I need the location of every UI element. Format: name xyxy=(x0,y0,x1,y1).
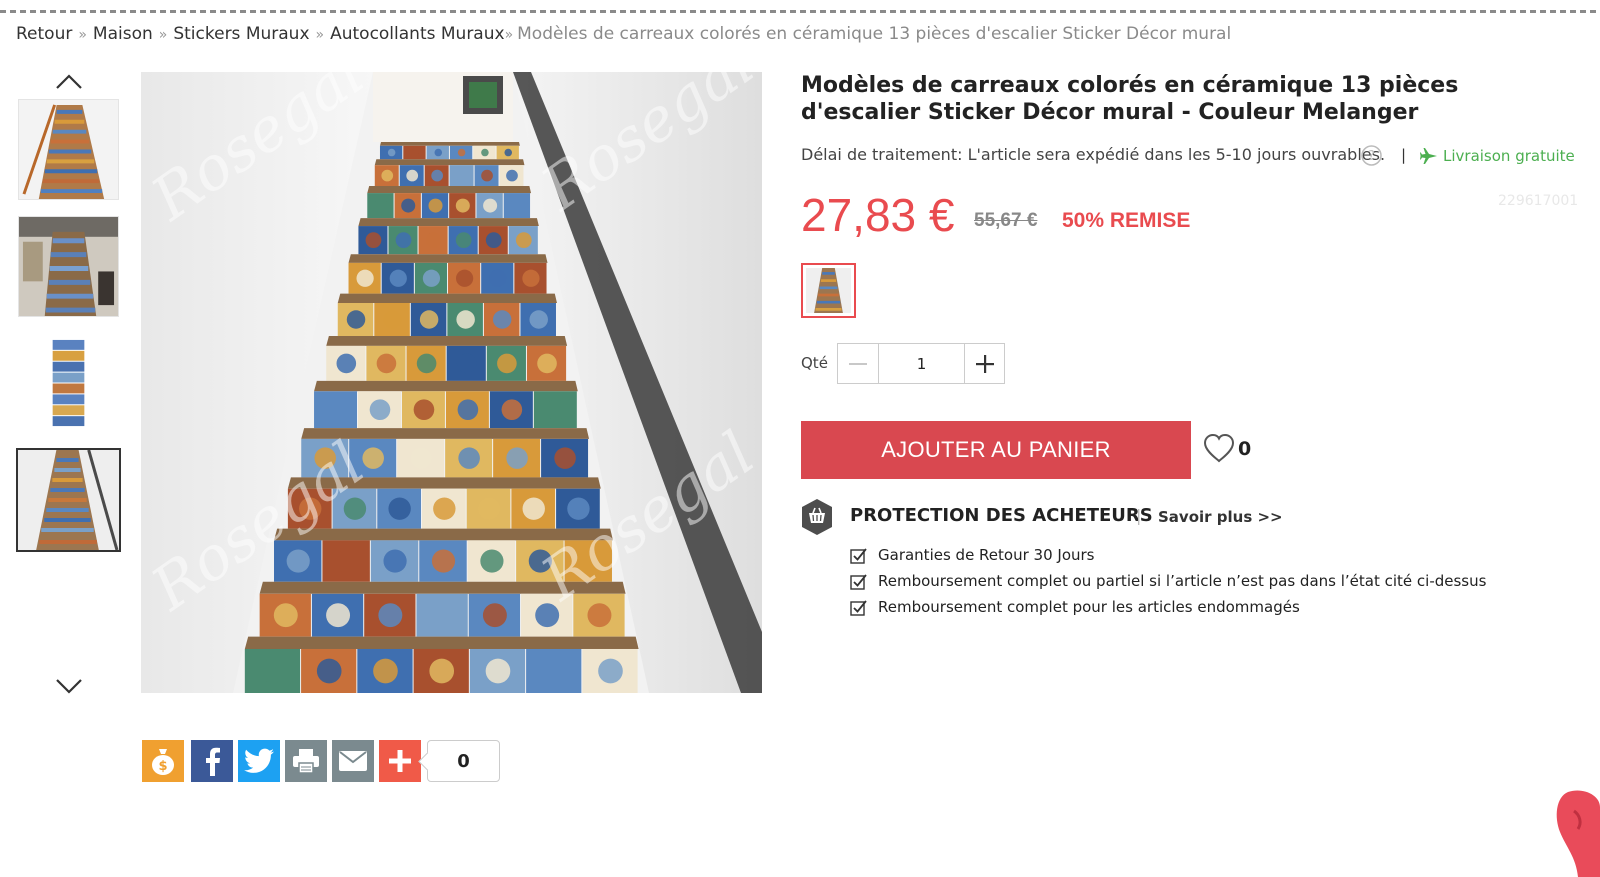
airplane-icon xyxy=(1420,147,1438,165)
color-swatch-melanger[interactable] xyxy=(801,263,856,318)
current-price: 27,83 € xyxy=(801,189,955,241)
guarantee-text: Garanties de Retour 30 Jours xyxy=(878,546,1095,564)
original-price: 55,67 € xyxy=(974,210,1038,231)
breadcrumb-separator: » xyxy=(504,27,514,43)
money-bag-icon[interactable]: $ xyxy=(142,740,184,782)
quantity-input[interactable]: 1 xyxy=(878,343,965,384)
guarantee-item: Remboursement complet ou partiel si l’ar… xyxy=(850,572,1486,590)
heart-icon[interactable] xyxy=(1203,433,1235,463)
chevron-up-icon[interactable] xyxy=(54,70,84,94)
guarantee-item: Garanties de Retour 30 Jours xyxy=(850,546,1094,564)
staircase-thumb-1 xyxy=(19,100,118,199)
top-divider xyxy=(0,10,1600,13)
help-icon[interactable]: ? xyxy=(1361,145,1382,166)
breadcrumb: Retour» Maison» Stickers Muraux» Autocollan… xyxy=(16,24,1231,44)
staircase-swatch-image xyxy=(806,268,851,313)
floating-promo-icon[interactable] xyxy=(1538,787,1600,877)
sku-number: 229617001 xyxy=(1498,193,1579,209)
breadcrumb-back-link[interactable]: Retour xyxy=(16,24,72,44)
add-to-cart-button[interactable]: AJOUTER AU PANIER xyxy=(801,421,1191,479)
email-icon[interactable] xyxy=(332,740,374,782)
breadcrumb-separator: » xyxy=(158,27,168,43)
quantity-decrease-button[interactable] xyxy=(837,343,879,384)
free-shipping-label[interactable]: Livraison gratuite xyxy=(1443,147,1575,165)
breadcrumb-wall-stickers-link[interactable]: Stickers Muraux xyxy=(173,24,309,44)
quantity-label: Qté xyxy=(801,354,828,372)
basket-shield-icon xyxy=(801,498,833,536)
minus-icon xyxy=(849,362,867,365)
breadcrumb-home-link[interactable]: Maison xyxy=(93,24,153,44)
share-count: 0 xyxy=(427,740,500,782)
learn-more-link[interactable]: Savoir plus >> xyxy=(1158,508,1283,526)
checkbox-check-icon xyxy=(850,599,867,616)
breadcrumb-current: Modèles de carreaux colorés en céramique… xyxy=(517,24,1232,44)
staircase-thumb-4 xyxy=(18,450,119,550)
staircase-thumb-3 xyxy=(19,334,118,433)
guarantee-text: Remboursement complet pour les articles … xyxy=(878,598,1300,616)
guarantee-item: Remboursement complet pour les articles … xyxy=(850,598,1300,616)
wishlist-count: 0 xyxy=(1238,438,1252,460)
staircase-thumb-2 xyxy=(19,217,118,316)
thumbnail-2[interactable] xyxy=(18,216,119,317)
discount-badge: 50% REMISE xyxy=(1062,209,1191,232)
facebook-icon[interactable] xyxy=(191,740,233,782)
breadcrumb-separator: » xyxy=(78,27,87,43)
chevron-down-icon[interactable] xyxy=(54,674,84,698)
quantity-increase-button[interactable] xyxy=(964,343,1005,384)
plus-share-icon[interactable] xyxy=(379,740,421,782)
buyer-protection-title: PROTECTION DES ACHETEURS xyxy=(850,505,1153,526)
thumbnail-1[interactable] xyxy=(18,99,119,200)
product-title: Modèles de carreaux colorés en céramique… xyxy=(801,73,1459,125)
svg-text:?: ? xyxy=(1368,149,1375,164)
main-product-image[interactable]: Rosegal Rosegal Rosegal Rosegal xyxy=(141,72,762,693)
divider: | xyxy=(1401,146,1407,164)
thumbnail-4-active[interactable] xyxy=(16,448,121,552)
thumbnail-3[interactable] xyxy=(18,333,119,434)
checkbox-check-icon xyxy=(850,547,867,564)
staircase-product-photo: Rosegal Rosegal Rosegal Rosegal xyxy=(141,72,762,693)
divider: | xyxy=(1136,506,1142,525)
processing-time: Délai de traitement: L'article sera expé… xyxy=(801,145,1386,164)
breadcrumb-wall-decals-link[interactable]: Autocollants Muraux xyxy=(330,24,504,44)
svg-text:$: $ xyxy=(158,759,167,774)
breadcrumb-separator: » xyxy=(315,27,325,43)
plus-icon xyxy=(975,354,994,373)
twitter-icon[interactable] xyxy=(238,740,280,782)
guarantee-text: Remboursement complet ou partiel si l’ar… xyxy=(878,572,1487,590)
checkbox-check-icon xyxy=(850,573,867,590)
print-icon[interactable] xyxy=(285,740,327,782)
